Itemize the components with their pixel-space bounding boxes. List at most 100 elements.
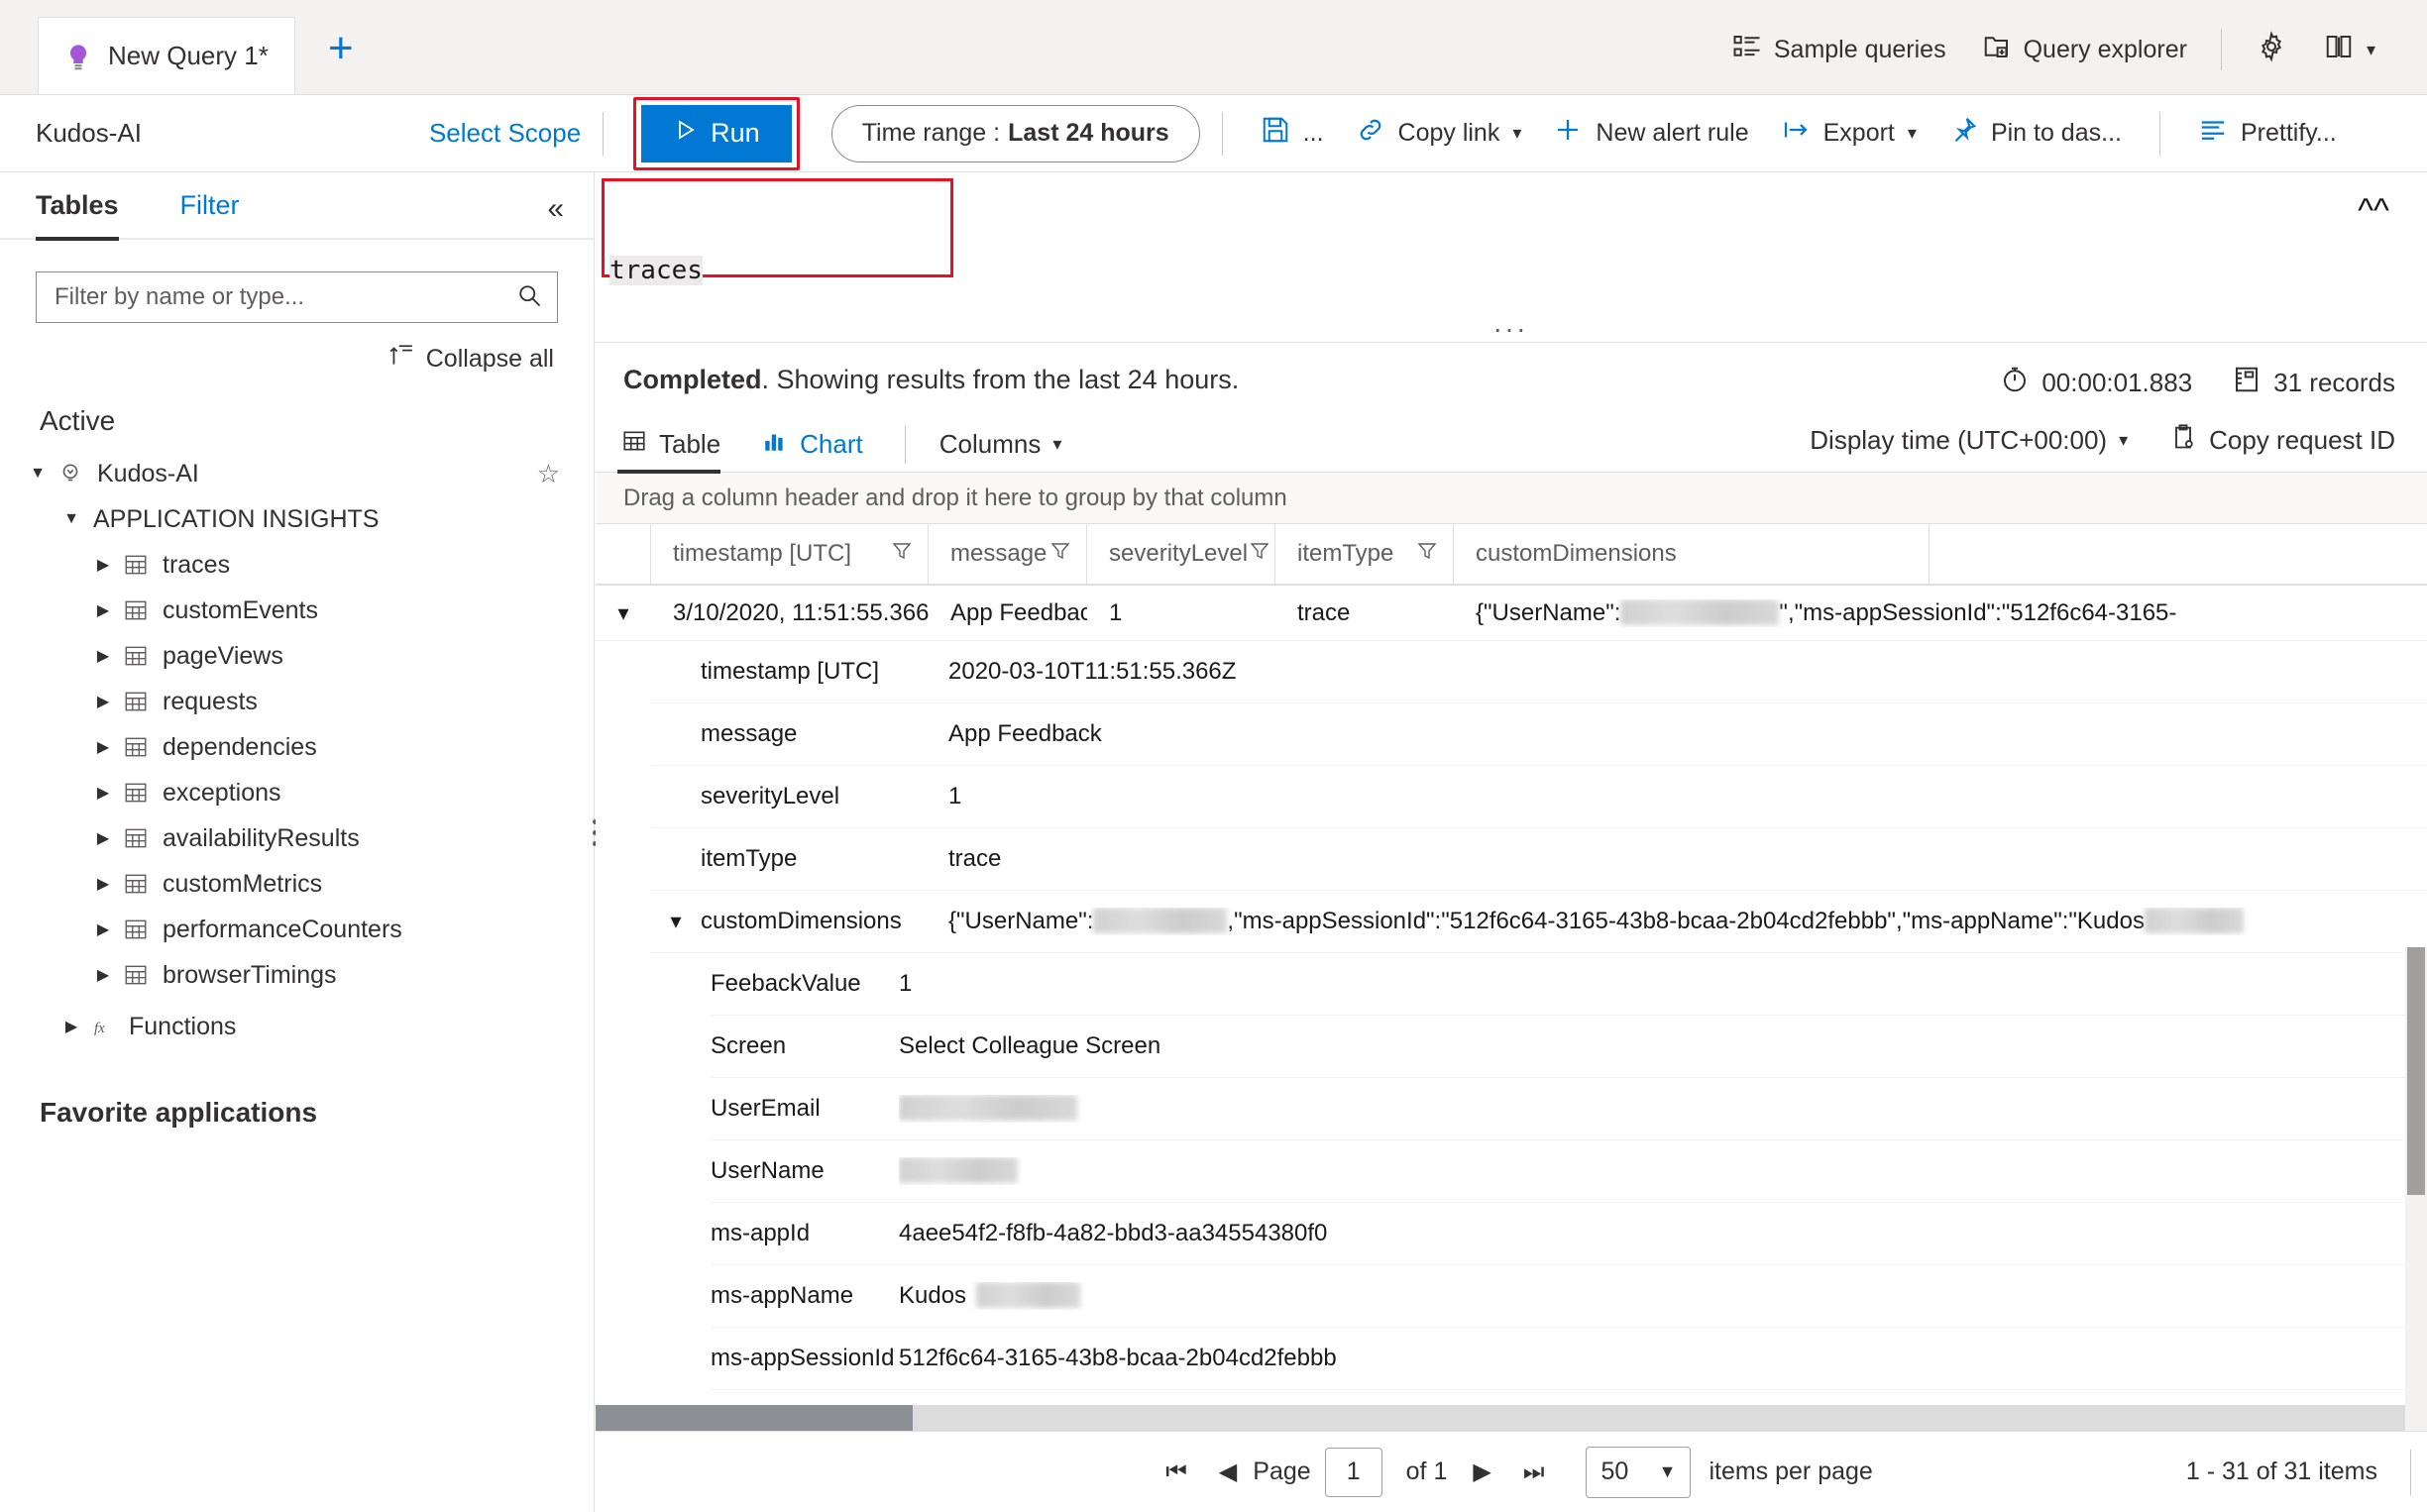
run-button[interactable]: Run <box>641 104 792 162</box>
tab-filter[interactable]: Filter <box>180 172 240 239</box>
chevron-collapsed-icon[interactable]: ▶ <box>95 737 111 757</box>
tab-tables[interactable]: Tables <box>36 172 119 241</box>
table-icon <box>123 552 149 578</box>
tree-node-table-pageviews[interactable]: ▶ pageViews <box>0 633 594 679</box>
page-last-icon[interactable]: ⏭ <box>1507 1458 1561 1486</box>
chevron-collapsed-icon[interactable]: ▶ <box>95 874 111 894</box>
results-status-bold: Completed <box>623 365 762 394</box>
tree-node-group-label: APPLICATION INSIGHTS <box>93 504 380 533</box>
chevron-expanded-icon[interactable]: ▼ <box>63 510 79 528</box>
chevron-collapsed-icon[interactable]: ▶ <box>95 965 111 985</box>
chevron-double-up-icon[interactable]: ^^ <box>2358 192 2389 231</box>
detail-key: itemType <box>701 845 798 872</box>
pin-to-dashboard-button[interactable]: Pin to das... <box>1932 115 2138 152</box>
nested-detail-row: ms-appSessionId 512f6c64-3165-43b8-bcaa-2… <box>711 1328 2427 1390</box>
tree-node-table-customevents[interactable]: ▶ customEvents <box>0 588 594 633</box>
nested-detail-row: ms-appName Kudos <box>711 1265 2427 1328</box>
new-tab-button[interactable]: + <box>317 25 365 72</box>
results-horizontal-scrollbar[interactable] <box>596 1405 2405 1431</box>
chevron-collapsed-icon[interactable]: ▶ <box>95 919 111 939</box>
columns-dropdown[interactable]: Columns ▾ <box>939 417 1062 473</box>
chevron-collapsed-icon[interactable]: ▶ <box>95 828 111 848</box>
page-next-icon[interactable]: ▶ <box>1457 1458 1506 1486</box>
page-prev-icon[interactable]: ◀ <box>1203 1458 1253 1486</box>
column-filter-icon[interactable] <box>1415 539 1439 570</box>
grid-header-message[interactable]: message <box>929 524 1087 584</box>
query-editor[interactable]: traces | where message == "App Feedback"… <box>596 172 2427 489</box>
sample-queries-button[interactable]: Sample queries <box>1714 32 1964 68</box>
chevron-down-icon[interactable]: ▾ <box>2119 430 2128 451</box>
grid-header-severitylevel[interactable]: severityLevel <box>1087 524 1275 584</box>
tree-node-application-insights[interactable]: ▼ APPLICATION INSIGHTS <box>0 496 594 542</box>
grid-header-customdimensions[interactable]: customDimensions <box>1454 524 1930 584</box>
table-row[interactable]: ▾ 3/10/2020, 11:51:55.366 AM App Feedbac… <box>596 586 2427 641</box>
column-filter-icon[interactable] <box>1048 539 1072 570</box>
chevron-collapsed-icon[interactable]: ▶ <box>95 555 111 575</box>
chevron-down-icon[interactable]: ▼ <box>1659 1461 1677 1482</box>
search-icon[interactable] <box>515 281 543 314</box>
scroll-thumb[interactable] <box>2407 947 2425 1195</box>
detail-row-customdimensions[interactable]: ▾ customDimensions {"UserName": ,"ms-appS… <box>651 891 2427 953</box>
collapse-all-button[interactable]: Collapse all <box>0 343 554 376</box>
export-button[interactable]: Export ▾ <box>1765 115 1932 152</box>
chevron-down-icon[interactable]: ▾ <box>1512 123 1521 144</box>
page-number-input[interactable] <box>1324 1447 1382 1497</box>
tree-node-table-performancecounters[interactable]: ▶ performanceCounters <box>0 907 594 952</box>
chevron-expanded-icon[interactable]: ▼ <box>30 465 46 483</box>
chevron-down-icon[interactable]: ▾ <box>1052 434 1061 455</box>
pin-to-dashboard-label: Pin to das... <box>1990 119 2122 147</box>
tree-node-table-custommetrics[interactable]: ▶ customMetrics <box>0 861 594 907</box>
tree-node-table-availabilityresults[interactable]: ▶ availabilityResults <box>0 815 594 861</box>
save-icon <box>1261 115 1290 152</box>
chevron-down-icon[interactable]: ▾ <box>2367 40 2375 60</box>
search-input[interactable] <box>55 283 515 311</box>
settings-button[interactable] <box>2238 30 2305 69</box>
app-insights-icon <box>57 461 83 486</box>
tree-node-table-dependencies[interactable]: ▶ dependencies <box>0 724 594 770</box>
table-search-box[interactable] <box>36 271 558 323</box>
help-button[interactable]: ▾ <box>2305 32 2393 68</box>
customdimensions-expand-toggle[interactable]: ▾ <box>651 909 701 934</box>
page-size-select[interactable]: 50 ▼ <box>1586 1446 1692 1498</box>
chevron-down-icon[interactable]: ▾ <box>1908 123 1917 144</box>
select-scope-link[interactable]: Select Scope <box>429 118 581 149</box>
tree-node-table-exceptions[interactable]: ▶ exceptions <box>0 770 594 815</box>
chevron-collapsed-icon[interactable]: ▶ <box>95 783 111 803</box>
column-filter-icon[interactable] <box>1248 539 1271 570</box>
favorite-star-icon[interactable]: ☆ <box>537 459 560 489</box>
tree-node-functions[interactable]: ▶ fx Functions <box>0 1004 594 1049</box>
new-alert-rule-button[interactable]: New alert rule <box>1537 115 1764 152</box>
editor-resize-handle[interactable]: ... <box>596 307 2427 339</box>
columns-label: Columns <box>938 429 1042 459</box>
nested-detail-value <box>899 1095 2427 1123</box>
command-divider-2 <box>1221 111 1223 156</box>
time-range-picker[interactable]: Time range : Last 24 hours <box>830 104 1200 162</box>
row-expand-toggle[interactable]: ▾ <box>596 600 651 626</box>
prettify-button[interactable]: Prettify... <box>2182 115 2353 152</box>
grid-header-itemtype[interactable]: itemType <box>1275 524 1454 584</box>
column-filter-icon[interactable] <box>890 539 914 570</box>
tree-node-workspace[interactable]: ▼ Kudos-AI ☆ <box>0 451 594 496</box>
page-first-icon[interactable]: ⏮ <box>1150 1458 1203 1486</box>
tree-node-table-browsertimings[interactable]: ▶ browserTimings <box>0 952 594 998</box>
collapse-panel-icon[interactable]: « <box>547 192 564 226</box>
results-vertical-scrollbar[interactable] <box>2405 947 2427 1512</box>
query-tab-new-query-1[interactable]: New Query 1* <box>38 17 295 94</box>
query-explorer-button[interactable]: Query explorer <box>1964 32 2205 68</box>
copy-request-id-button[interactable]: Copy request ID <box>2169 423 2395 458</box>
tree-node-table-traces[interactable]: ▶ traces <box>0 542 594 588</box>
copy-link-button[interactable]: Copy link ▾ <box>1340 115 1538 152</box>
time-range-label: Time range : <box>861 119 1001 147</box>
tree-node-table-requests[interactable]: ▶ requests <box>0 679 594 724</box>
display-time-dropdown[interactable]: Display time (UTC+00:00) ▾ <box>1810 425 2128 456</box>
save-button[interactable]: ... <box>1245 115 1340 152</box>
scroll-thumb[interactable] <box>596 1405 913 1431</box>
chevron-collapsed-icon[interactable]: ▶ <box>95 600 111 620</box>
group-by-dropzone[interactable]: Drag a column header and drop it here to… <box>596 473 2427 524</box>
tab-chart[interactable]: Chart <box>762 417 863 473</box>
chevron-collapsed-icon[interactable]: ▶ <box>95 646 111 666</box>
chevron-collapsed-icon[interactable]: ▶ <box>95 692 111 711</box>
chevron-collapsed-icon[interactable]: ▶ <box>63 1017 79 1036</box>
grid-header-timestamputc[interactable]: timestamp [UTC] <box>651 524 929 584</box>
tab-table[interactable]: Table <box>616 417 721 474</box>
